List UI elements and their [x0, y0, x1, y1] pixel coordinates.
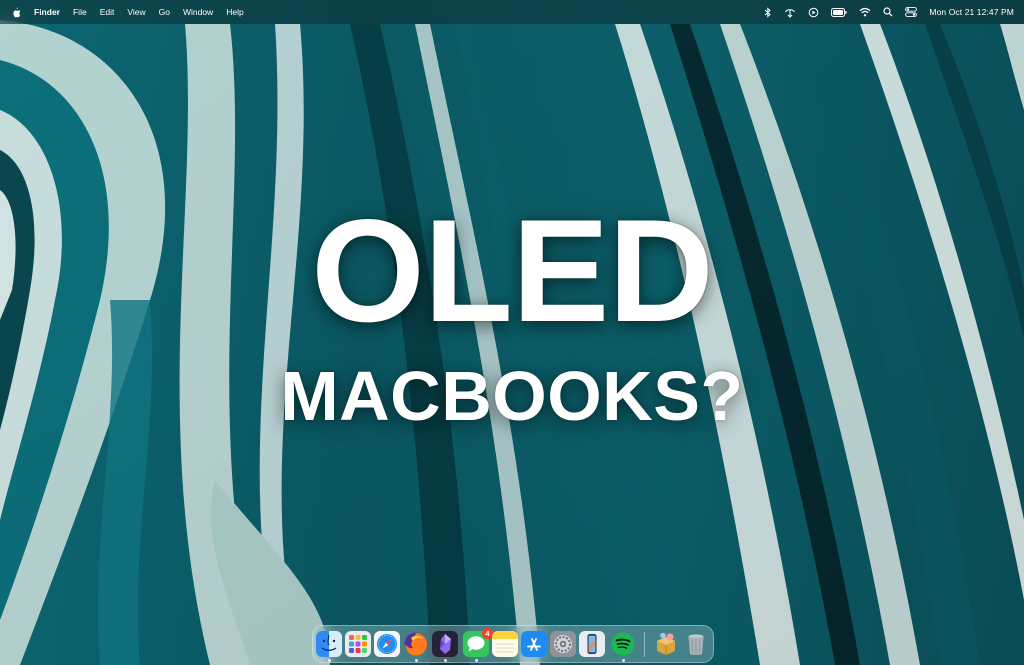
- firefox-icon: [404, 632, 428, 656]
- safari-icon: [374, 631, 400, 657]
- menu-edit[interactable]: Edit: [100, 7, 115, 17]
- spotify-icon: [611, 632, 635, 656]
- dock-app-notes[interactable]: [492, 631, 518, 657]
- obsidian-icon: [432, 631, 458, 657]
- menu-app-finder[interactable]: Finder: [34, 7, 60, 17]
- dock-app-firefox[interactable]: [403, 631, 429, 657]
- apple-logo-icon[interactable]: [12, 7, 21, 18]
- dock-app-archive-utility[interactable]: [653, 631, 679, 657]
- dock-app-system-settings[interactable]: [550, 631, 576, 657]
- menu-window[interactable]: Window: [183, 7, 213, 17]
- menu-go[interactable]: Go: [159, 7, 170, 17]
- menu-bar-clock[interactable]: Mon Oct 21 12:47 PM: [929, 7, 1014, 17]
- dock-app-finder[interactable]: [316, 631, 342, 657]
- iphone-mirroring-icon: [579, 631, 605, 657]
- screen-recording-icon[interactable]: [808, 7, 819, 18]
- running-indicator: [327, 659, 331, 662]
- app-store-icon: [521, 631, 547, 657]
- menu-file[interactable]: File: [73, 7, 87, 17]
- dock-app-launchpad[interactable]: [345, 631, 371, 657]
- running-indicator: [443, 659, 447, 662]
- running-indicator: [621, 659, 625, 662]
- wifi-icon[interactable]: [859, 7, 871, 17]
- bluetooth-icon[interactable]: [764, 6, 772, 18]
- finder-icon: [316, 631, 342, 657]
- menu-bar: Finder File Edit View Go Window Help Mon…: [0, 0, 1024, 24]
- menu-help[interactable]: Help: [226, 7, 243, 17]
- dock-separator: [644, 632, 645, 657]
- notes-icon: [492, 631, 518, 657]
- control-center-icon[interactable]: [905, 7, 918, 17]
- dock-app-obsidian[interactable]: [432, 631, 458, 657]
- archive-utility-icon: [657, 632, 675, 655]
- menu-view[interactable]: View: [127, 7, 145, 17]
- dock-app-spotify[interactable]: [610, 631, 636, 657]
- dock-app-iphone-mirroring[interactable]: [579, 631, 605, 657]
- dock-app-safari[interactable]: [374, 631, 400, 657]
- running-indicator: [414, 659, 418, 662]
- dock-app-trash[interactable]: [683, 631, 709, 657]
- dock: 4: [312, 625, 714, 663]
- dock-app-messages[interactable]: 4: [463, 628, 493, 657]
- airdrop-icon[interactable]: [784, 7, 796, 18]
- battery-icon[interactable]: [831, 7, 847, 17]
- trash-icon: [688, 634, 704, 655]
- running-indicator: [474, 659, 478, 662]
- dock-app-app-store[interactable]: [521, 631, 547, 657]
- headline-subtitle: MACBOOKS?: [280, 357, 744, 435]
- system-settings-icon: [550, 631, 576, 657]
- headline-title: OLED: [311, 189, 714, 352]
- spotlight-search-icon[interactable]: [883, 7, 893, 17]
- launchpad-icon: [345, 631, 371, 657]
